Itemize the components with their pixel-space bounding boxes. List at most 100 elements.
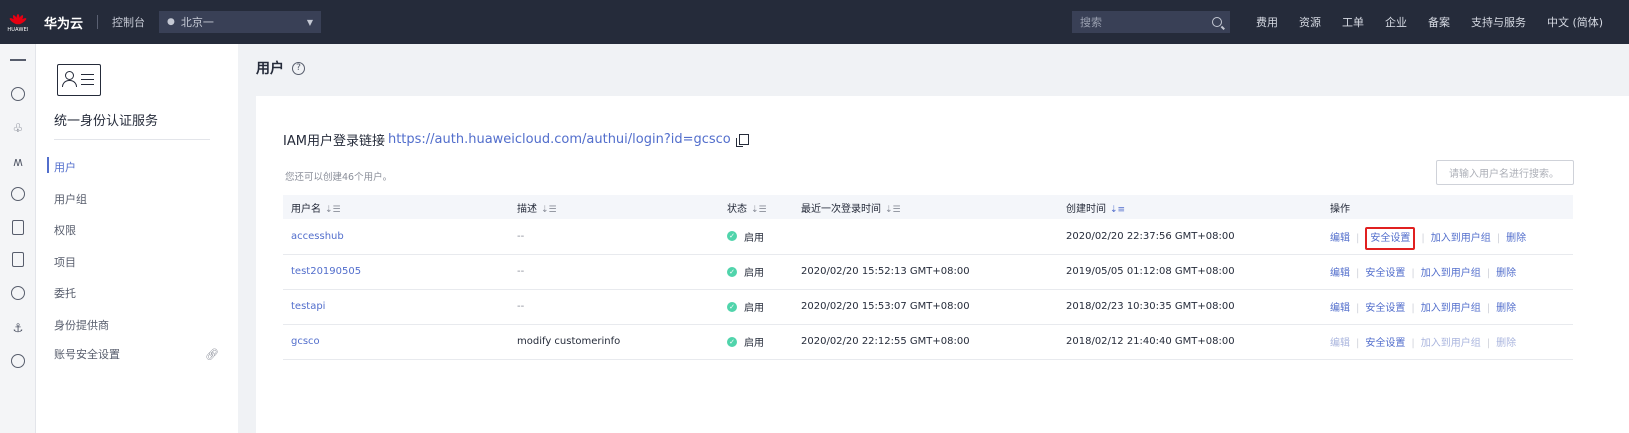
col-last-login[interactable]: 最近一次登录时间 ⇣☰: [793, 195, 1058, 219]
nav-language[interactable]: 中文 (简体): [1547, 14, 1603, 30]
description-cell: --: [517, 301, 525, 312]
add-to-group-link[interactable]: 加入到用户组: [1421, 268, 1481, 279]
huawei-logo[interactable]: HUAWEI: [0, 0, 36, 44]
actions-cell: 编辑 | 安全设置 | 加入到用户组 | 删除: [1330, 268, 1517, 279]
status-cell: ✓ 启用: [719, 324, 793, 359]
sidebar-item-account-security[interactable]: 账号安全设置: [54, 346, 120, 362]
security-settings-link[interactable]: 安全设置: [1365, 338, 1405, 349]
description-cell: --: [517, 230, 525, 242]
nav-billing[interactable]: 费用: [1256, 14, 1278, 30]
anchor-icon[interactable]: ⚓: [10, 320, 26, 336]
nav-support[interactable]: 支持与服务: [1471, 14, 1526, 30]
server-icon[interactable]: [12, 220, 24, 235]
status-cell: ✓ 启用: [719, 219, 793, 254]
security-settings-link[interactable]: 安全设置: [1365, 268, 1405, 279]
brand-name[interactable]: 华为云: [44, 13, 83, 32]
col-username[interactable]: 用户名 ⇣☰: [283, 195, 509, 219]
description-cell: modify customerinfo: [517, 336, 621, 347]
add-to-group-link: 加入到用户组: [1420, 338, 1481, 349]
add-to-group-link[interactable]: 加入到用户组: [1431, 233, 1491, 244]
edit-link[interactable]: 编辑: [1330, 268, 1350, 279]
sort-icon: ⇣☰: [885, 204, 901, 215]
users-table: 用户名 ⇣☰ 描述 ⇣☰ 状态 ⇣☰ 最近一次登录时间 ⇣☰ 创建时间 ⇣≡ 操作 acc…: [283, 195, 1573, 360]
actions-cell: 编辑 | 安全设置 | 加入到用户组 | 删除: [1330, 303, 1517, 314]
copy-icon[interactable]: [735, 134, 749, 147]
sort-desc-icon: ⇣≡: [1110, 204, 1126, 215]
caret-down-icon: ▼: [306, 17, 314, 27]
search-placeholder: 搜索: [1080, 16, 1102, 29]
edit-link[interactable]: 编辑: [1330, 303, 1350, 314]
divider: [54, 139, 210, 140]
sidebar-item-identity-providers[interactable]: 身份提供商: [54, 317, 109, 333]
sidebar-item-permissions[interactable]: 权限: [54, 222, 76, 238]
delete-link[interactable]: 删除: [1496, 303, 1516, 314]
nav-resources[interactable]: 资源: [1299, 14, 1321, 30]
last-login-cell: 2020/02/20 22:12:55 GMT+08:00: [801, 336, 970, 347]
col-created[interactable]: 创建时间 ⇣≡: [1058, 195, 1322, 219]
sort-icon: ⇣☰: [325, 204, 341, 215]
monitor-wave-icon[interactable]: ʍ: [10, 154, 26, 170]
sidebar-item-users[interactable]: 用户: [54, 159, 76, 175]
actions-cell-disabled: 编辑 | 安全设置 | 加入到用户组 | 删除: [1330, 338, 1517, 349]
sidebar-item-projects[interactable]: 项目: [54, 254, 76, 270]
sidebar-item-user-groups[interactable]: 用户组: [54, 191, 87, 207]
console-link[interactable]: 控制台: [112, 14, 145, 30]
status-cell: ✓ 启用: [719, 289, 793, 324]
username-link[interactable]: test20190505: [283, 254, 509, 289]
globe-icon[interactable]: [11, 354, 25, 368]
sidebar-item-agencies[interactable]: 委托: [54, 285, 76, 301]
main-content: 用户 ? IAM用户登录链接 https://auth.huaweicloud.…: [238, 44, 1629, 433]
nav-tickets[interactable]: 工单: [1342, 14, 1364, 30]
created-cell: 2019/05/05 01:12:08 GMT+08:00: [1066, 266, 1235, 277]
page-title: 用户 ?: [256, 58, 305, 78]
top-nav-links: 费用 资源 工单 企业 备案 支持与服务 中文 (简体): [1256, 0, 1624, 44]
global-search-input[interactable]: 搜索: [1072, 11, 1230, 33]
help-icon[interactable]: ?: [292, 61, 305, 75]
sort-icon: ⇣☰: [541, 204, 557, 215]
iam-sidebar: 统一身份认证服务 用户 用户组 权限 项目 委托 身份提供商 账号安全设置 🔗︎: [37, 44, 237, 433]
user-quota-hint: 您还可以创建46个用户。: [285, 172, 393, 183]
divider: [97, 15, 99, 29]
users-card: IAM用户登录链接 https://auth.huaweicloud.com/a…: [256, 96, 1629, 433]
login-link-row: IAM用户登录链接 https://auth.huaweicloud.com/a…: [283, 130, 749, 149]
service-icon-rail: ♧ ʍ ⚓: [0, 44, 36, 433]
cluster-icon[interactable]: ♧: [10, 120, 26, 136]
nav-icp-filing[interactable]: 备案: [1428, 14, 1450, 30]
cloud-icon[interactable]: [11, 286, 25, 300]
created-cell: 2018/02/12 21:40:40 GMT+08:00: [1066, 336, 1235, 347]
service-title: 统一身份认证服务: [54, 114, 159, 129]
database-icon[interactable]: [12, 252, 24, 267]
security-settings-link[interactable]: 安全设置: [1365, 303, 1405, 314]
description-cell: --: [517, 266, 525, 277]
col-description[interactable]: 描述 ⇣☰: [509, 195, 719, 219]
active-indicator: [47, 157, 49, 173]
login-link-label: IAM用户登录链接: [283, 134, 385, 149]
nav-enterprise[interactable]: 企业: [1385, 14, 1407, 30]
edit-link[interactable]: 编辑: [1330, 233, 1350, 244]
user-search-placeholder: 请输入用户名进行搜索。: [1449, 169, 1559, 180]
cloud-service-icon[interactable]: [11, 87, 25, 101]
created-cell: 2018/02/23 10:30:35 GMT+08:00: [1066, 301, 1235, 312]
last-login-cell: 2020/02/20 15:53:07 GMT+08:00: [801, 301, 970, 312]
username-link[interactable]: testapi: [283, 289, 509, 324]
actions-cell: 编辑 | 安全设置 | 加入到用户组 | 删除: [1322, 219, 1573, 254]
delete-link[interactable]: 删除: [1496, 268, 1516, 279]
add-to-group-link[interactable]: 加入到用户组: [1421, 303, 1481, 314]
table-header-row: 用户名 ⇣☰ 描述 ⇣☰ 状态 ⇣☰ 最近一次登录时间 ⇣☰ 创建时间 ⇣≡ 操作: [283, 195, 1573, 219]
login-url[interactable]: https://auth.huaweicloud.com/authui/logi…: [388, 132, 731, 147]
huawei-petal-icon: [9, 13, 27, 24]
last-login-cell: 2020/02/20 15:52:13 GMT+08:00: [801, 266, 970, 277]
hamburger-menu-icon[interactable]: [10, 52, 26, 68]
check-circle-icon: ✓: [727, 266, 737, 277]
user-search-input[interactable]: 请输入用户名进行搜索。: [1436, 160, 1574, 185]
delete-link[interactable]: 删除: [1506, 233, 1526, 244]
table-row: accesshub -- ✓ 启用 2020/02/20 22:37:56 GMT…: [283, 219, 1573, 254]
username-link[interactable]: gcsco: [283, 324, 509, 359]
username-link[interactable]: accesshub: [283, 219, 509, 254]
delete-link: 删除: [1496, 338, 1517, 349]
region-selector[interactable]: ● 北京一 ▼: [159, 11, 322, 33]
col-status[interactable]: 状态 ⇣☰: [719, 195, 793, 219]
search-icon[interactable]: [1212, 17, 1222, 27]
storage-icon[interactable]: [11, 187, 25, 201]
security-settings-link[interactable]: 安全设置: [1365, 226, 1416, 250]
